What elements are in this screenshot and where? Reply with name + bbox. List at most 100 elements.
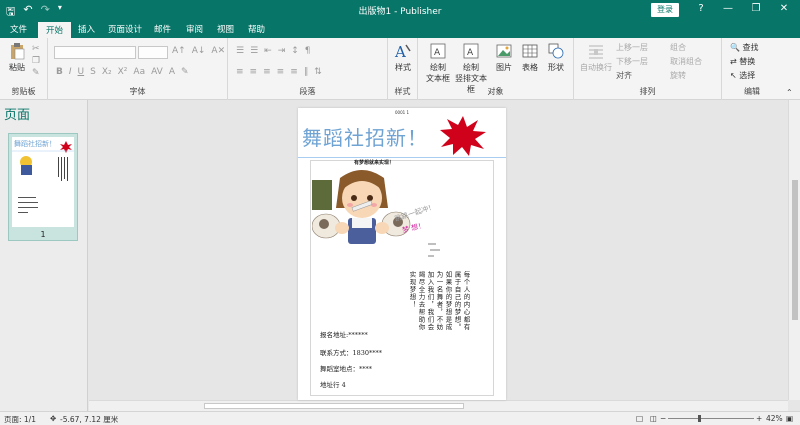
tab-mailings[interactable]: 邮件 (154, 23, 171, 35)
tab-help[interactable]: 帮助 (248, 23, 265, 35)
highlight-icon[interactable]: ✎ (181, 67, 189, 77)
address-line-4[interactable]: 地址行 4 (320, 379, 346, 389)
bullets-icon[interactable]: ☰ (236, 46, 244, 56)
font-group: A↑ A↓ A✕ B I U S X₂ X² Aa AV A ✎ 字体 (48, 38, 228, 100)
headline-text[interactable]: 舞蹈社招新！ (302, 122, 428, 151)
spacing-icon[interactable]: AV (151, 67, 163, 77)
format-painter-icon[interactable]: ✎ (32, 68, 40, 78)
close-icon[interactable]: ✕ (774, 3, 794, 14)
publication-page[interactable]: 0001 1 舞蹈社招新！ 有梦想就来实现！ 跳跳一起冲！ 梦 想！ 每个人的内… (298, 108, 506, 400)
zoom-out-icon[interactable]: − (660, 414, 666, 423)
vertical-scrollbar[interactable] (788, 100, 800, 400)
picture-icon (496, 44, 512, 58)
collapse-ribbon-icon[interactable]: ⌃ (786, 88, 793, 97)
fit-page-icon[interactable]: ▣ (786, 414, 793, 423)
page-thumbnail[interactable]: 舞蹈社招新！ 1 (8, 133, 78, 241)
objects-group: A 绘制 文本框 A 绘制 竖排文本框 图片 表格 形状 对象 (418, 38, 574, 100)
align-left-icon[interactable]: ≡ (236, 67, 244, 77)
clipboard-icon (11, 43, 25, 60)
italic-icon[interactable]: I (69, 67, 72, 77)
two-page-view-icon[interactable]: ◫ (650, 414, 657, 423)
replace-button[interactable]: ⇄ 替换 (730, 56, 755, 67)
find-button[interactable]: 🔍 查找 (730, 42, 759, 53)
strikethrough-icon[interactable]: S (90, 67, 96, 77)
bold-icon[interactable]: B (56, 67, 63, 77)
page-indicator[interactable]: 页面: 1/1 (4, 414, 36, 425)
table-icon (522, 44, 538, 58)
horizontal-scrollbar[interactable] (89, 400, 788, 411)
vertical-scroll-thumb[interactable] (792, 180, 798, 320)
girl-with-sheep-illustration[interactable] (312, 168, 412, 252)
wrap-text-button[interactable]: 自动换行 (578, 42, 614, 73)
para-spacing-icon[interactable]: ⇅ (314, 67, 322, 77)
select-button[interactable]: ↖ 选择 (730, 70, 755, 81)
tab-insert[interactable]: 插入 (78, 23, 95, 35)
login-button[interactable]: 登录 (651, 3, 679, 17)
cut-icon[interactable]: ✂ (32, 44, 40, 54)
status-bar: 页面: 1/1 ✥ -5.67, 7.12 厘米 □ ◫ − + 42% ▣ (0, 411, 800, 425)
tab-view[interactable]: 视图 (217, 23, 234, 35)
zoom-level[interactable]: 42% (766, 414, 783, 423)
tab-review[interactable]: 审阅 (186, 23, 203, 35)
paragraph-group: ☰ ☰ ⇤ ⇥ ↕ ¶ ≡ ≡ ≡ ≡ ≡ ∥ ⇅ 段落 (228, 38, 388, 100)
superscript-icon[interactable]: X² (118, 67, 128, 77)
help-icon[interactable]: ? (691, 3, 711, 14)
dream-line[interactable]: 有梦想就来实现！ (354, 159, 394, 166)
ribbon-tabs: 文件 开始 插入 页面设计 邮件 审阅 视图 帮助 (0, 20, 800, 38)
horizontal-scroll-thumb[interactable] (204, 403, 464, 409)
tab-page-design[interactable]: 页面设计 (108, 23, 142, 35)
copy-icon[interactable]: ❐ (32, 56, 40, 66)
picture-button[interactable]: 图片 (492, 42, 516, 73)
shapes-button[interactable]: 形状 (544, 42, 568, 73)
clipboard-group-label: 剪贴板 (11, 87, 36, 96)
rotate-button[interactable]: 旋转 (670, 70, 686, 81)
header-rule (298, 157, 506, 158)
underline-icon[interactable]: U (78, 67, 85, 77)
send-backward-button[interactable]: 下移一层 (616, 56, 648, 67)
studio-location[interactable]: 舞蹈室地点：**** (320, 363, 372, 373)
cursor-coordinates: -5.67, 7.12 厘米 (60, 415, 119, 424)
table-button[interactable]: 表格 (518, 42, 542, 73)
numbering-icon[interactable]: ☰ (250, 46, 258, 56)
tab-home[interactable]: 开始 (38, 22, 72, 38)
increase-indent-icon[interactable]: ⇥ (278, 46, 286, 56)
contact-info[interactable]: 联系方式：1830**** (320, 347, 382, 357)
subscript-icon[interactable]: X₂ (102, 67, 112, 77)
zoom-slider-knob[interactable] (698, 415, 701, 422)
restore-icon[interactable]: ❐ (746, 3, 766, 14)
distribute-icon[interactable]: ≡ (290, 67, 298, 77)
align-button[interactable]: 对齐 (616, 70, 632, 81)
font-name-box[interactable] (54, 46, 136, 59)
page-thumbnail-preview: 舞蹈社招新！ (12, 137, 74, 227)
decrease-indent-icon[interactable]: ⇤ (264, 46, 272, 56)
shrink-font-icon[interactable]: A↓ (192, 46, 206, 56)
paragraph-mark-icon[interactable]: ¶ (305, 46, 311, 56)
styles-button[interactable]: A 样式 (391, 42, 415, 73)
columns-icon[interactable]: ∥ (304, 67, 309, 77)
bring-forward-button[interactable]: 上移一层 (616, 42, 648, 53)
line-spacing-icon[interactable]: ↕ (291, 46, 299, 56)
font-group-label: 字体 (129, 87, 146, 96)
ungroup-button[interactable]: 取消组合 (670, 56, 702, 67)
draw-textbox-button[interactable]: A 绘制 文本框 (424, 42, 452, 84)
single-page-view-icon[interactable]: □ (636, 414, 643, 423)
case-icon[interactable]: Aa (133, 67, 145, 77)
tab-file[interactable]: 文件 (10, 23, 27, 35)
paste-button[interactable]: 粘贴 (6, 42, 28, 73)
minimize-icon[interactable]: — (718, 3, 738, 14)
clear-format-icon[interactable]: A✕ (211, 46, 225, 56)
align-center-icon[interactable]: ≡ (250, 67, 258, 77)
align-right-icon[interactable]: ≡ (263, 67, 271, 77)
shapes-icon (548, 43, 564, 59)
zoom-in-icon[interactable]: + (756, 414, 762, 423)
description-vertical-text[interactable]: 每个人的内心都有 属于自己的梦想。 如果你的梦想是成 为一名舞者，不妨 加入我们… (407, 271, 470, 391)
justify-icon[interactable]: ≡ (277, 67, 285, 77)
signup-address[interactable]: 报名地址:****** (320, 329, 368, 339)
font-color-icon[interactable]: A (169, 67, 175, 77)
grow-font-icon[interactable]: A↑ (172, 46, 186, 56)
font-size-box[interactable] (138, 46, 168, 59)
zoom-slider[interactable] (668, 415, 754, 422)
editing-group: 🔍 查找 ⇄ 替换 ↖ 选择 编辑 (722, 38, 782, 100)
group-button[interactable]: 组合 (670, 42, 686, 53)
starburst-shape[interactable] (438, 114, 488, 158)
